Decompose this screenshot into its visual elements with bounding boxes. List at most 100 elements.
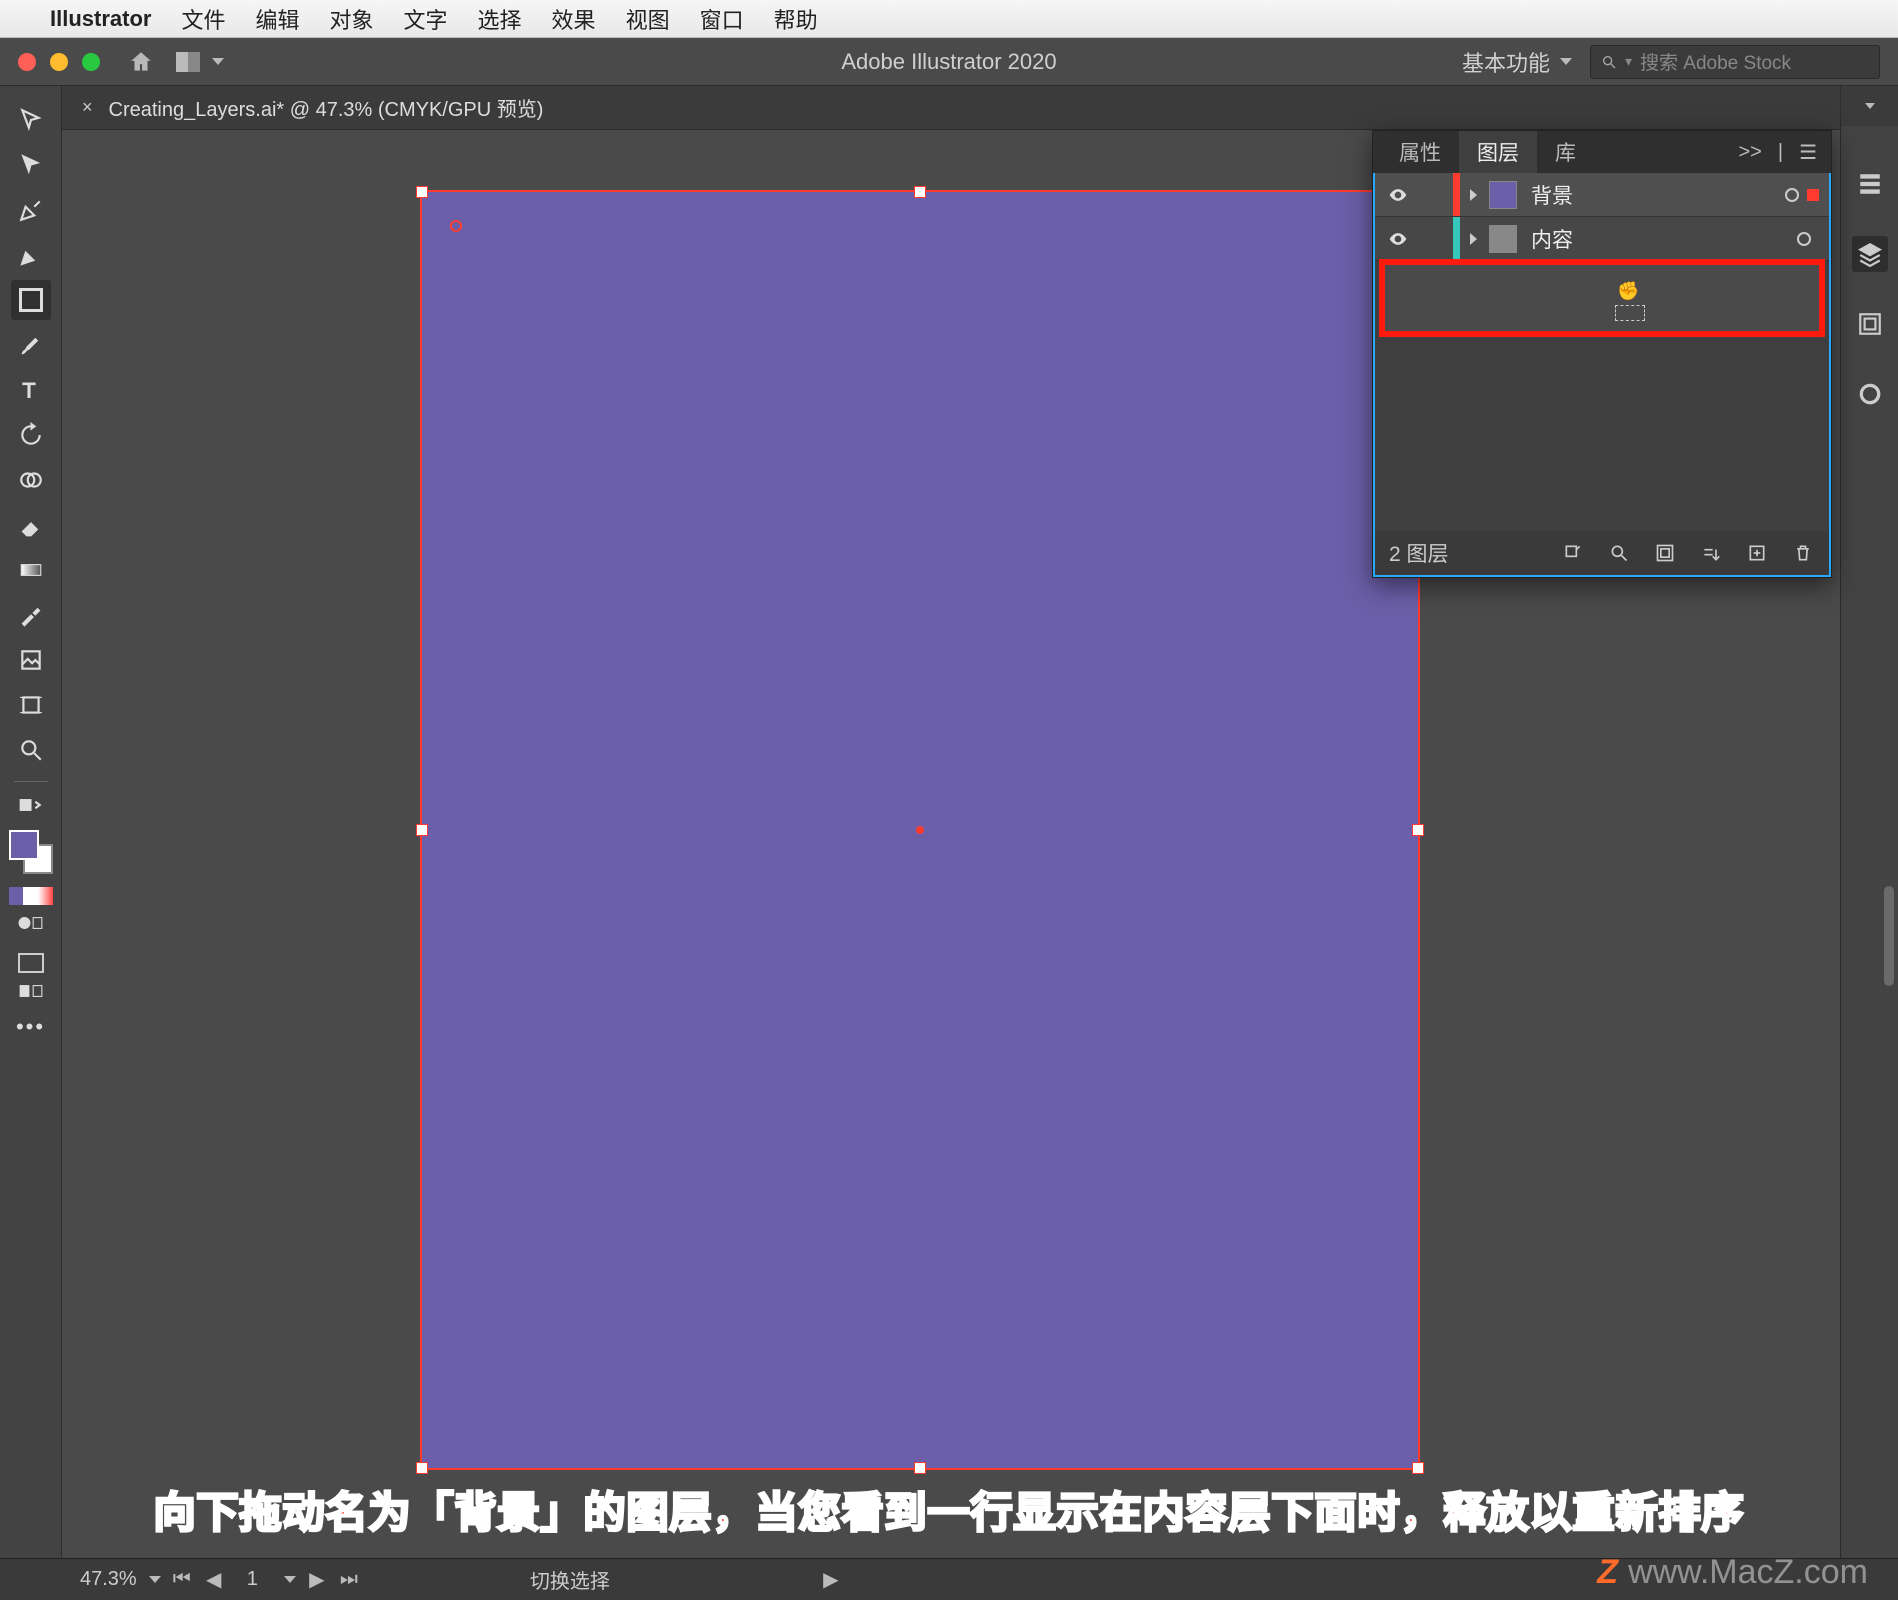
resize-handle[interactable] bbox=[416, 824, 428, 836]
app-name[interactable]: Illustrator bbox=[50, 6, 151, 32]
draw-mode[interactable] bbox=[11, 910, 51, 936]
menu-select[interactable]: 选择 bbox=[478, 3, 522, 35]
zoom-tool[interactable] bbox=[11, 730, 51, 770]
eyedropper-tool[interactable] bbox=[11, 595, 51, 635]
more-tools-icon[interactable]: ••• bbox=[11, 1017, 51, 1037]
arrange-documents-button[interactable] bbox=[176, 52, 224, 72]
window-controls bbox=[18, 53, 100, 71]
shape-builder-tool[interactable] bbox=[11, 460, 51, 500]
edit-toolbar-button[interactable] bbox=[11, 978, 51, 1004]
artboard-tool[interactable] bbox=[11, 685, 51, 725]
menu-effect[interactable]: 效果 bbox=[552, 3, 596, 35]
search-layers-button[interactable] bbox=[1607, 541, 1631, 565]
scroll-thumb[interactable] bbox=[1884, 886, 1894, 986]
document-tab[interactable]: × Creating_Layers.ai* @ 47.3% (CMYK/GPU … bbox=[62, 86, 1840, 130]
resize-handle[interactable] bbox=[416, 186, 428, 198]
panel-menu-icon[interactable]: ☰ bbox=[1799, 140, 1817, 165]
visibility-toggle[interactable] bbox=[1385, 185, 1411, 205]
fill-color-swatch[interactable] bbox=[9, 830, 39, 860]
tab-libraries[interactable]: 库 bbox=[1537, 131, 1594, 173]
asset-export-button[interactable] bbox=[1852, 376, 1888, 412]
screen-mode-button[interactable] bbox=[18, 953, 44, 973]
menu-edit[interactable]: 编辑 bbox=[255, 3, 299, 35]
layers-panel-footer: 2 图层 bbox=[1375, 531, 1829, 575]
resize-handle[interactable] bbox=[914, 1462, 926, 1474]
layers-panel-button[interactable] bbox=[1852, 236, 1888, 272]
close-window-button[interactable] bbox=[18, 53, 36, 71]
first-artboard-button[interactable]: ⏮ bbox=[171, 1569, 193, 1591]
new-sublayer-button[interactable] bbox=[1699, 541, 1723, 565]
type-tool[interactable]: T bbox=[11, 370, 51, 410]
color-mode-strip[interactable] bbox=[9, 887, 53, 905]
workspace-switcher[interactable]: 基本功能 bbox=[1462, 46, 1572, 78]
tab-properties[interactable]: 属性 bbox=[1381, 131, 1459, 173]
layer-name[interactable]: 内容 bbox=[1531, 224, 1797, 254]
layer-row[interactable]: 背景 bbox=[1375, 173, 1829, 217]
layer-row[interactable]: 内容 bbox=[1375, 217, 1829, 261]
menu-file[interactable]: 文件 bbox=[181, 3, 225, 35]
locate-object-button[interactable] bbox=[1561, 541, 1585, 565]
menu-window[interactable]: 窗口 bbox=[700, 3, 744, 35]
libraries-panel-button[interactable] bbox=[1852, 306, 1888, 342]
zoom-level-dropdown[interactable]: 47.3% bbox=[80, 1568, 161, 1591]
resize-handle[interactable] bbox=[914, 186, 926, 198]
menu-object[interactable]: 对象 bbox=[330, 3, 374, 35]
center-marker bbox=[916, 826, 924, 834]
fill-stroke-swap[interactable] bbox=[11, 793, 51, 817]
zoom-value: 47.3% bbox=[80, 1568, 137, 1591]
layers-empty-area[interactable] bbox=[1375, 341, 1829, 531]
resize-handle[interactable] bbox=[416, 1462, 428, 1474]
close-tab-icon[interactable]: × bbox=[82, 97, 93, 118]
direct-selection-tool[interactable] bbox=[11, 145, 51, 185]
menu-type[interactable]: 文字 bbox=[404, 3, 448, 35]
menu-view[interactable]: 视图 bbox=[626, 3, 670, 35]
stock-search-input[interactable]: ▾ 搜索 Adobe Stock bbox=[1590, 45, 1880, 79]
delete-layer-button[interactable] bbox=[1791, 541, 1815, 565]
chevron-down-icon bbox=[284, 1576, 296, 1583]
layer-color-bar bbox=[1453, 173, 1460, 216]
target-icon[interactable] bbox=[1797, 232, 1811, 246]
app-bar: Adobe Illustrator 2020 基本功能 ▾ 搜索 Adobe S… bbox=[0, 38, 1898, 86]
right-dock bbox=[1840, 86, 1898, 1558]
rectangle-tool[interactable] bbox=[11, 280, 51, 320]
status-play-icon[interactable]: ▶ bbox=[820, 1569, 842, 1591]
menu-help[interactable]: 帮助 bbox=[774, 3, 818, 35]
dock-header[interactable] bbox=[1841, 86, 1898, 126]
clipping-mask-button[interactable] bbox=[1653, 541, 1677, 565]
target-icon[interactable] bbox=[1785, 188, 1799, 202]
dropdown-caret-icon: ▾ bbox=[1625, 53, 1632, 70]
zoom-window-button[interactable] bbox=[82, 53, 100, 71]
watermark-url: www.MacZ.com bbox=[1628, 1553, 1868, 1591]
place-tool[interactable] bbox=[11, 640, 51, 680]
last-artboard-button[interactable]: ⏭ bbox=[338, 1569, 360, 1591]
resize-handle[interactable] bbox=[1412, 824, 1424, 836]
status-tool-label[interactable]: 切换选择 bbox=[530, 1565, 610, 1594]
fill-stroke-color[interactable] bbox=[9, 830, 53, 874]
eraser-tool[interactable] bbox=[11, 505, 51, 545]
separator bbox=[14, 781, 48, 782]
selected-rectangle[interactable] bbox=[420, 190, 1420, 1470]
resize-handle[interactable] bbox=[1412, 1462, 1424, 1474]
paintbrush-tool[interactable] bbox=[11, 325, 51, 365]
selection-indicator[interactable] bbox=[1807, 189, 1819, 201]
origin-marker bbox=[450, 220, 462, 232]
artboard-number[interactable]: 1 bbox=[235, 1568, 270, 1591]
selection-tool[interactable] bbox=[11, 100, 51, 140]
disclosure-icon[interactable] bbox=[1470, 189, 1477, 201]
home-icon[interactable] bbox=[128, 49, 154, 75]
disclosure-icon[interactable] bbox=[1470, 233, 1477, 245]
curvature-tool[interactable] bbox=[11, 235, 51, 275]
prev-artboard-button[interactable]: ◀ bbox=[203, 1569, 225, 1591]
properties-panel-button[interactable] bbox=[1852, 166, 1888, 202]
pen-tool[interactable] bbox=[11, 190, 51, 230]
next-artboard-button[interactable]: ▶ bbox=[306, 1569, 328, 1591]
expand-panels-button[interactable]: >> bbox=[1739, 141, 1762, 164]
gradient-tool[interactable] bbox=[11, 550, 51, 590]
visibility-toggle[interactable] bbox=[1385, 229, 1411, 249]
minimize-window-button[interactable] bbox=[50, 53, 68, 71]
rectangle-icon bbox=[19, 288, 43, 312]
rotate-tool[interactable] bbox=[11, 415, 51, 455]
layer-name[interactable]: 背景 bbox=[1531, 180, 1785, 210]
new-layer-button[interactable] bbox=[1745, 541, 1769, 565]
tab-layers[interactable]: 图层 bbox=[1459, 131, 1537, 173]
